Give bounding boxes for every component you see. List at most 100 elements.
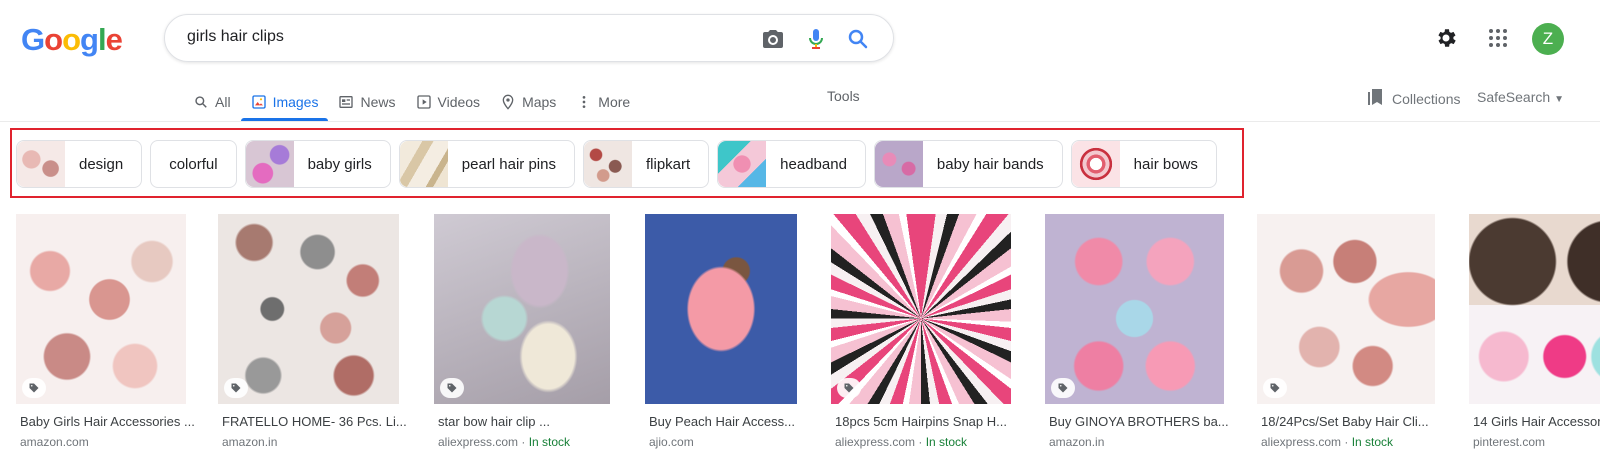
result-thumbnail (218, 214, 399, 404)
chevron-down-icon: ▼ (1554, 94, 1564, 105)
google-logo[interactable]: Google (21, 22, 123, 58)
chip-pearl-hair-pins[interactable]: pearl hair pins (398, 140, 575, 188)
result-source: ajio.com (645, 435, 815, 449)
chip-thumbnail (718, 141, 767, 187)
chip-label: design (79, 155, 124, 173)
chip-thumbnail (874, 141, 923, 187)
tab-images[interactable]: Images (240, 84, 329, 121)
logo-letter: e (105, 22, 123, 57)
search-icon[interactable] (846, 27, 870, 51)
search-input[interactable] (187, 28, 707, 46)
chip-label: baby girls (307, 155, 372, 173)
result-thumbnail (434, 214, 610, 404)
result-title: Buy GINOYA BROTHERS ba... (1049, 414, 1229, 429)
chip-headband[interactable]: headband (717, 140, 866, 188)
collections-label: Collections (1392, 90, 1461, 107)
result-thumbnail (1257, 214, 1435, 404)
tab-all[interactable]: All (183, 84, 241, 120)
chip-thumbnail (583, 141, 632, 187)
chip-baby-hair-bands[interactable]: baby hair bands (873, 140, 1063, 188)
result-thumbnail (1045, 214, 1224, 404)
search-icon (193, 94, 209, 110)
image-result[interactable]: 14 Girls Hair Accessories i... pinterest… (1469, 214, 1600, 449)
user-avatar[interactable]: Z (1532, 23, 1564, 55)
chip-hair-bows[interactable]: hair bows (1070, 140, 1217, 188)
chip-label: hair bows (1133, 155, 1198, 173)
chip-label: flipkart (645, 155, 691, 173)
image-results-grid: Baby Girls Hair Accessories ... amazon.c… (16, 214, 1600, 449)
related-searches-chips: design colorful baby girls pearl hair pi… (16, 140, 1217, 188)
tab-label: Videos (437, 94, 481, 110)
result-thumbnail (16, 214, 186, 404)
logo-letter: g (80, 22, 99, 57)
collections-button[interactable]: Collections (1368, 88, 1460, 109)
image-result[interactable]: 18pcs 5cm Hairpins Snap H... aliexpress.… (831, 214, 1029, 449)
tab-label: News (360, 94, 396, 110)
image-result[interactable]: star bow hair clip ... aliexpress.com · … (434, 214, 629, 449)
result-source: amazon.com (16, 435, 202, 449)
bookmark-icon (1368, 88, 1384, 109)
result-title: FRATELLO HOME- 36 Pcs. Li... (222, 414, 407, 429)
camera-icon[interactable] (761, 27, 785, 51)
image-result[interactable]: Buy Peach Hair Access... ajio.com (645, 214, 815, 449)
microphone-icon[interactable] (804, 27, 828, 51)
tag-icon (837, 378, 861, 398)
result-source: aliexpress.com · In stock (438, 435, 571, 449)
logo-letter: o (44, 22, 63, 57)
tag-icon (440, 378, 464, 398)
image-icon (251, 94, 267, 110)
image-result[interactable]: Buy GINOYA BROTHERS ba... amazon.in (1045, 214, 1241, 449)
tab-videos[interactable]: Videos (406, 84, 491, 120)
source-domain: aliexpress.com (438, 435, 519, 449)
chip-thumbnail (399, 141, 448, 187)
source-domain: aliexpress.com (835, 435, 916, 449)
news-icon (338, 94, 354, 110)
result-title: 18/24Pcs/Set Baby Hair Cli... (1261, 414, 1429, 429)
chip-design[interactable]: design (16, 140, 143, 188)
tab-label: More (598, 94, 631, 110)
tools-button[interactable]: Tools (827, 88, 860, 104)
chip-label: pearl hair pins (461, 155, 556, 173)
stock-status: In stock (528, 435, 571, 449)
tab-more[interactable]: More (566, 84, 640, 120)
source-domain: amazon.in (222, 435, 278, 449)
result-thumbnail (1469, 214, 1600, 404)
settings-gear-icon[interactable] (1434, 26, 1458, 50)
source-domain: aliexpress.com (1261, 435, 1342, 449)
tab-label: Images (272, 94, 319, 110)
stock-status: In stock (925, 435, 968, 449)
chip-label: colorful (169, 155, 218, 173)
play-icon (416, 94, 432, 110)
chip-thumbnail (245, 141, 294, 187)
image-result[interactable]: FRATELLO HOME- 36 Pcs. Li... amazon.in (218, 214, 418, 449)
source-domain: ajio.com (649, 435, 694, 449)
tag-icon (1051, 378, 1075, 398)
map-pin-icon (500, 94, 516, 110)
logo-letter: l (97, 22, 107, 57)
result-title: Buy Peach Hair Access... (649, 414, 795, 429)
tag-icon (224, 378, 248, 398)
chip-baby-girls[interactable]: baby girls (244, 140, 391, 188)
tab-maps[interactable]: Maps (490, 84, 566, 120)
result-source: pinterest.com (1469, 435, 1600, 449)
result-title: star bow hair clip ... (438, 414, 550, 429)
logo-letter: o (62, 22, 81, 57)
tab-news[interactable]: News (328, 84, 405, 120)
apps-grid-icon[interactable] (1486, 26, 1510, 50)
chip-label: baby hair bands (936, 155, 1044, 173)
image-result[interactable]: Baby Girls Hair Accessories ... amazon.c… (16, 214, 202, 449)
result-source: amazon.in (1045, 435, 1241, 449)
tabs-divider (0, 121, 1600, 122)
chip-colorful[interactable]: colorful (150, 140, 237, 188)
result-title: 18pcs 5cm Hairpins Snap H... (835, 414, 1007, 429)
chip-flipkart[interactable]: flipkart (582, 140, 710, 188)
result-title: Baby Girls Hair Accessories ... (20, 414, 195, 429)
chip-thumbnail (17, 141, 65, 187)
search-tabs: All Images News Videos Maps More (183, 84, 640, 121)
result-source: amazon.in (218, 435, 418, 449)
search-box[interactable] (164, 14, 894, 62)
image-result[interactable]: 18/24Pcs/Set Baby Hair Cli... aliexpress… (1257, 214, 1453, 449)
safesearch-dropdown[interactable]: SafeSearch ▼ (1477, 89, 1564, 105)
more-vert-icon (576, 94, 592, 110)
tag-icon (1263, 378, 1287, 398)
